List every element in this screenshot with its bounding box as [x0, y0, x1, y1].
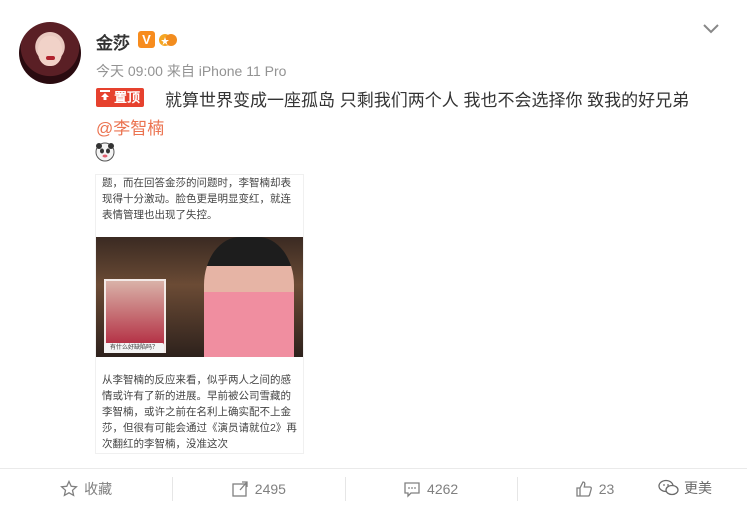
- wechat-icon: [658, 479, 679, 496]
- verified-badge: V: [138, 31, 155, 48]
- image-scene: 有什么好缺陷吗？: [96, 237, 303, 357]
- fan-badge-icon: [158, 31, 178, 49]
- post-text: 就算世界变成一座孤岛 只剩我们两个人 我也不会选择你 致我的好兄弟: [165, 91, 690, 110]
- post-meta: 今天 09:00 来自 iPhone 11 Pro: [96, 61, 286, 81]
- avatar-face: [38, 36, 62, 66]
- comment-icon: [404, 482, 420, 498]
- repost-count: 2495: [254, 481, 286, 497]
- image-person: [204, 237, 294, 357]
- favorite-label: 收藏: [84, 481, 113, 497]
- comment-count: 4262: [427, 481, 459, 497]
- chevron-down-icon[interactable]: [700, 20, 722, 38]
- avatar[interactable]: [19, 22, 81, 84]
- thumbs-up-icon: [576, 481, 592, 497]
- repost-button[interactable]: 2495: [172, 469, 344, 509]
- weibo-post-card: 金莎 V 今天 09:00 来自 iPhone 11 Pro 置顶 就算世界变成…: [0, 0, 747, 518]
- username[interactable]: 金莎: [96, 29, 130, 54]
- post-source: 来自 iPhone 11 Pro: [166, 63, 287, 79]
- panda-emoji-icon: [95, 142, 115, 162]
- mention-link[interactable]: @李智楠: [96, 114, 164, 139]
- image-bottom-text: 从李智楠的反应来看，似乎两人之间的感情或许有了新的进展。早前被公司雪藏的李智楠，…: [102, 374, 297, 450]
- image-top-text: 题，而在回答金莎的问题时，李智楠却表现得十分激动。脸色更是明显变红，就连表情管理…: [102, 177, 291, 221]
- watermark: 更美: [658, 478, 712, 498]
- post-time[interactable]: 今天 09:00: [96, 63, 163, 79]
- pinned-label: 置顶: [114, 90, 141, 105]
- favorite-button[interactable]: 收藏: [0, 469, 172, 509]
- watermark-text: 更美: [684, 480, 712, 496]
- like-button[interactable]: 23: [516, 469, 747, 509]
- image-inset-photo: [104, 279, 166, 353]
- action-bar: 收藏 2495 4262 23: [0, 469, 747, 509]
- pin-icon: [99, 88, 111, 107]
- like-count: 23: [598, 481, 615, 497]
- star-icon: [60, 480, 79, 497]
- post-image[interactable]: 题，而在回答金莎的问题时，李智楠却表现得十分激动。脸色更是明显变红，就连表情管理…: [95, 174, 304, 454]
- image-scene-caption: 有什么好缺陷吗？: [104, 343, 164, 353]
- repost-icon: [232, 481, 248, 497]
- pinned-badge: 置顶: [96, 88, 145, 107]
- comment-button[interactable]: 4262: [344, 469, 517, 509]
- avatar-lips: [46, 56, 55, 60]
